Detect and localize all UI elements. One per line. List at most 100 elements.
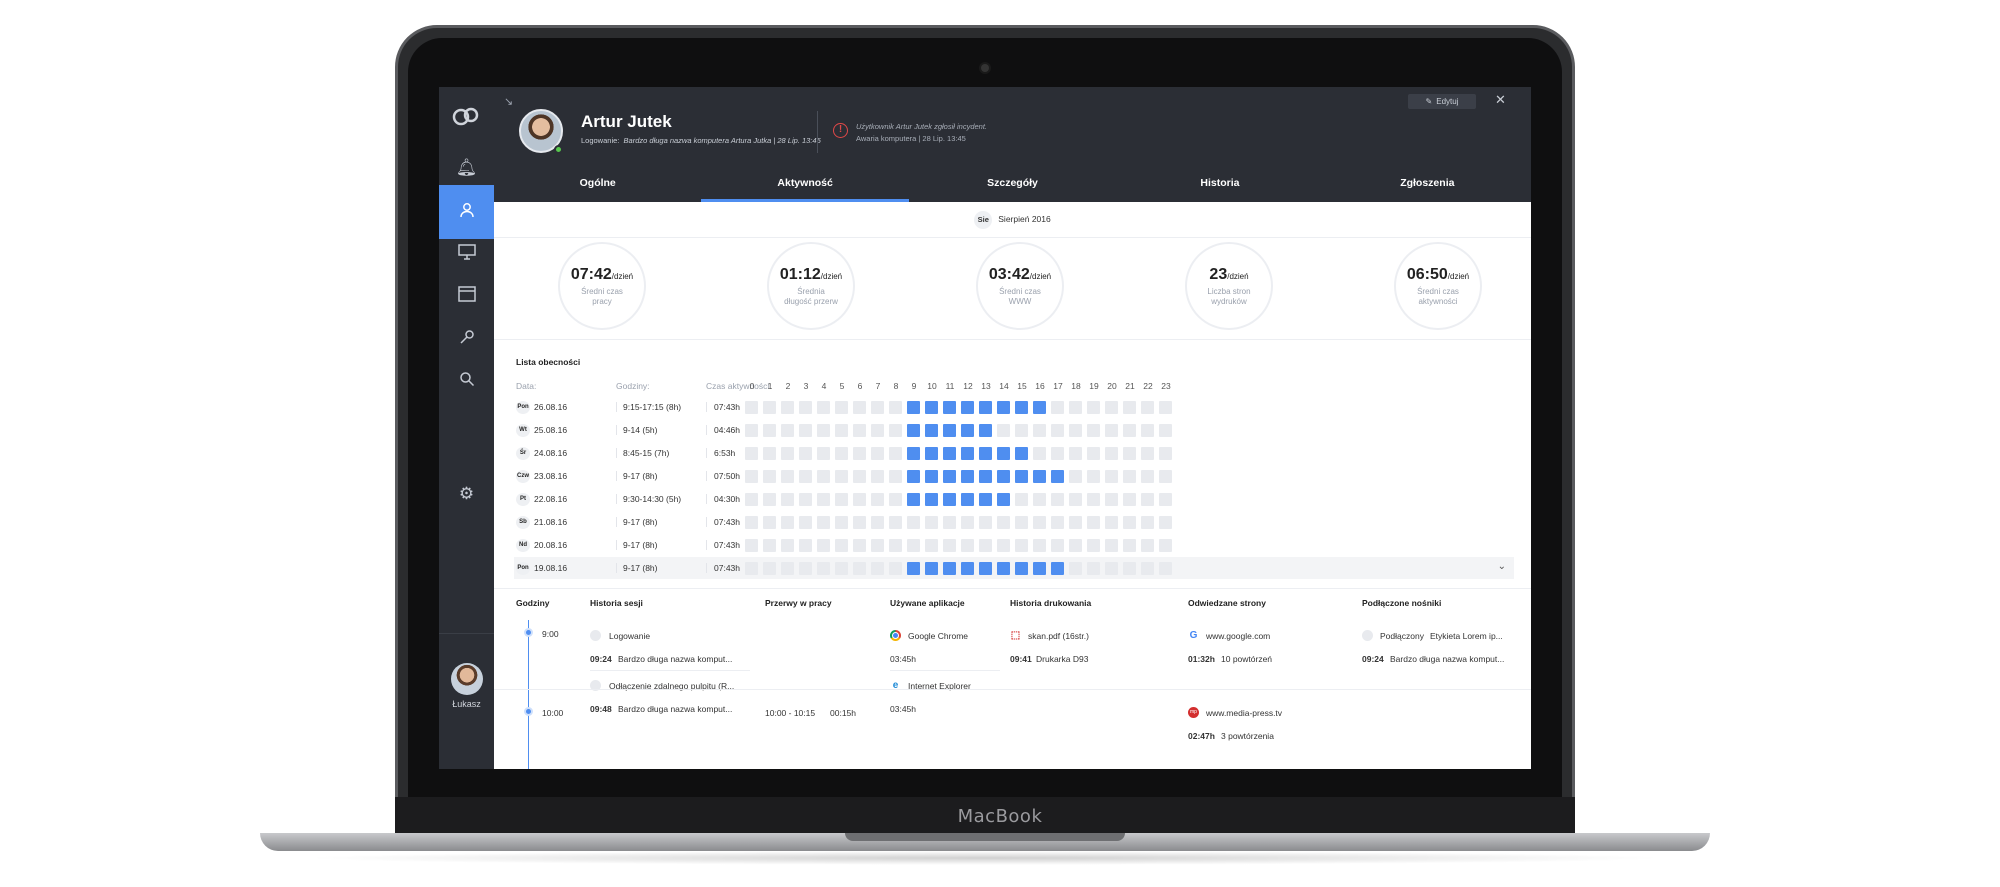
row-date: 25.08.16 (534, 425, 568, 435)
tab-general[interactable]: Ogólne (494, 172, 701, 202)
attendance-row[interactable]: Pt 22.08.16 9:30-14:30 (5h) 04:30h (514, 488, 1514, 510)
hour-cell (871, 493, 884, 506)
hour-cell (1159, 424, 1172, 437)
attendance-title: Lista obecności (516, 357, 581, 367)
hour-cell (961, 562, 974, 575)
hour-cell (997, 516, 1010, 529)
row-date: 26.08.16 (534, 402, 568, 412)
pdf-icon: ⬚ (1010, 630, 1021, 641)
stat-value: 23 (1209, 266, 1228, 283)
tab-details[interactable]: Szczegóły (909, 172, 1116, 202)
session-title[interactable]: Logowanie (609, 631, 650, 641)
sidebar-divider (439, 633, 494, 634)
gear-icon: ⚙︎ (458, 484, 475, 503)
media-label[interactable]: Etykieta Lorem ip... (1430, 631, 1503, 641)
key-icon (459, 329, 475, 350)
hour-cell (1033, 424, 1046, 437)
hour-cell (1069, 424, 1082, 437)
print-printer: Drukarka D93 (1036, 654, 1089, 664)
col-sessions-title: Historia sesji (590, 598, 643, 608)
hour-cell (1015, 470, 1028, 483)
hour-cell (817, 447, 830, 460)
hour-cell (745, 447, 758, 460)
hour-cell (817, 516, 830, 529)
hour-cell (1015, 447, 1028, 460)
hour-cell (1087, 493, 1100, 506)
divider (590, 670, 750, 671)
stat-label: Średni czas pracy (581, 287, 623, 306)
alert-message[interactable]: Użytkownik Artur Jutek zgłosił incydent. (856, 122, 987, 131)
attendance-row[interactable]: Pon 26.08.16 9:15-17:15 (8h) 07:43h (514, 396, 1514, 418)
day-badge: Nd (516, 539, 530, 552)
hour-cell (853, 562, 866, 575)
chevron-down-icon[interactable]: ⌄ (1498, 561, 1506, 572)
hour-label: 5 (839, 381, 845, 391)
hour-cell (997, 424, 1010, 437)
hour-cell (1105, 401, 1118, 414)
row-hours: 9:15-17:15 (8h) (616, 402, 681, 412)
attendance-row[interactable]: Śr 24.08.16 8:45-15 (7h) 6:53h (514, 442, 1514, 464)
stat-unit: /dzień (1029, 272, 1052, 281)
hour-cell (979, 562, 992, 575)
tab-history[interactable]: Historia (1116, 172, 1323, 202)
hour-cell (943, 424, 956, 437)
hour-label: 17 (1053, 381, 1063, 391)
hour-cell (1159, 493, 1172, 506)
hour-cell (925, 562, 938, 575)
hour-cell (1141, 470, 1154, 483)
hour-cell (997, 401, 1010, 414)
hour-cell (1123, 539, 1136, 552)
tab-activity[interactable]: Aktywność (701, 172, 910, 202)
close-icon[interactable]: ✕ (1495, 92, 1506, 108)
month-pill[interactable]: Sie (974, 211, 993, 229)
edit-button[interactable]: ✎ Edytuj (1408, 94, 1476, 109)
hour-label: 11 (945, 381, 955, 391)
hour-label: 20 (1107, 381, 1117, 391)
attendance-row[interactable]: Czw 23.08.16 9-17 (8h) 07:50h (514, 465, 1514, 487)
hour-cell (1033, 493, 1046, 506)
app-name[interactable]: Google Chrome (908, 631, 968, 641)
hour-cell (925, 424, 938, 437)
hour-cell (871, 539, 884, 552)
hour-cell (961, 424, 974, 437)
attendance-row[interactable]: Wt 25.08.16 9-14 (5h) 04:46h (514, 419, 1514, 441)
sidebar-user[interactable]: Łukasz (439, 663, 494, 709)
hour-cell (961, 447, 974, 460)
print-file[interactable]: skan.pdf (16str.) (1028, 631, 1089, 641)
stat-www-time: 03:42/dzień Średni czas WWW (976, 242, 1064, 330)
site-url[interactable]: www.google.com (1206, 631, 1270, 641)
attendance-row[interactable]: Nd 20.08.16 9-17 (8h) 07:43h (514, 534, 1514, 556)
hour-cell (961, 516, 974, 529)
tab-reports[interactable]: Zgłoszenia (1324, 172, 1531, 202)
break-duration: 00:15h (830, 708, 856, 718)
row-date: 22.08.16 (534, 494, 568, 504)
period-selector[interactable]: Sie Sierpień 2016 (494, 211, 1531, 229)
hour-cell (1069, 401, 1082, 414)
hour-cell (1087, 401, 1100, 414)
stat-label: Średni czas WWW (999, 287, 1041, 306)
app-logo-icon[interactable] (451, 105, 481, 127)
media-status: Podłączony (1380, 631, 1424, 641)
sidebar-item-settings[interactable]: ⚙︎ (439, 467, 494, 521)
hour-cell (979, 516, 992, 529)
hour-cell (871, 470, 884, 483)
col-date-header: Data: (516, 381, 537, 391)
hour-cell (871, 562, 884, 575)
row-date: 24.08.16 (534, 448, 568, 458)
row-hours: 9-17 (8h) (616, 471, 658, 481)
hour-cell (1141, 424, 1154, 437)
attendance-row[interactable]: Pon 19.08.16 9-17 (8h) 07:43h ⌄ (514, 557, 1514, 579)
hour-cell (943, 516, 956, 529)
sidebar-item-search[interactable] (439, 354, 494, 408)
app-time: 03:45h (890, 704, 916, 714)
hour-cell (1051, 401, 1064, 414)
site-url[interactable]: www.media-press.tv (1206, 708, 1282, 718)
attendance-row[interactable]: Sb 21.08.16 9-17 (8h) 07:43h (514, 511, 1514, 533)
collapse-arrow-icon[interactable]: ↘ (504, 95, 513, 108)
timeline-line (528, 620, 529, 769)
hour-cell (943, 539, 956, 552)
hour-cell (943, 401, 956, 414)
hour-cell (763, 539, 776, 552)
stats-row: 07:42/dzień Średni czas pracy 01:12/dzień… (494, 242, 1531, 332)
row-hours: 9-17 (8h) (616, 563, 658, 573)
